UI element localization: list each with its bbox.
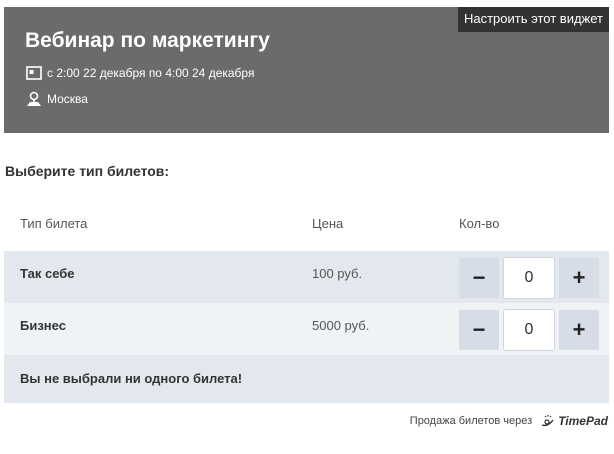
decrease-button[interactable]: −: [459, 258, 499, 298]
quantity-stepper: − +: [459, 309, 599, 351]
choose-ticket-label: Выберите тип билетов:: [5, 163, 170, 179]
ticket-name: Бизнес: [20, 318, 66, 333]
column-header-qty: Кол-во: [459, 216, 500, 231]
decrease-button[interactable]: −: [459, 310, 499, 350]
event-date-row: с 2:00 22 декабря по 4:00 24 декабря: [26, 65, 254, 81]
no-ticket-message: Вы не выбрали ни одного билета!: [20, 371, 243, 386]
timepad-brand: TimePad: [558, 414, 608, 428]
quantity-stepper: − +: [459, 257, 599, 299]
event-header: Настроить этот виджет Вебинар по маркети…: [4, 7, 609, 133]
ticket-price: 100 руб.: [312, 266, 363, 281]
column-header-price: Цена: [312, 216, 344, 231]
selection-summary: Вы не выбрали ни одного билета!: [4, 355, 609, 403]
event-title: Вебинар по маркетингу: [25, 29, 270, 52]
ticket-table-header: Тип билета Цена Кол-во: [4, 200, 609, 251]
ticket-table: Тип билета Цена Кол-во Так себе 100 руб.…: [4, 200, 609, 403]
powered-by-text: Продажа билетов через: [409, 415, 533, 427]
table-row: Так себе 100 руб. − +: [4, 251, 609, 303]
quantity-input[interactable]: [503, 309, 555, 351]
table-row: Бизнес 5000 руб. − +: [4, 303, 609, 355]
powered-by: Продажа билетов через TimePad: [410, 414, 608, 428]
location-pin-icon: [26, 91, 42, 107]
increase-button[interactable]: +: [559, 258, 599, 298]
increase-button[interactable]: +: [559, 310, 599, 350]
calendar-icon: [26, 65, 42, 81]
quantity-input[interactable]: [503, 257, 555, 299]
event-location: Москва: [47, 92, 88, 106]
timepad-logo[interactable]: TimePad: [540, 414, 608, 428]
ticket-price: 5000 руб.: [312, 318, 370, 333]
column-header-name: Тип билета: [20, 216, 88, 231]
event-date: с 2:00 22 декабря по 4:00 24 декабря: [47, 66, 255, 80]
event-location-row: Москва: [26, 91, 88, 107]
timepad-icon: [541, 415, 554, 427]
ticket-name: Так себе: [20, 266, 75, 281]
configure-widget-button[interactable]: Настроить этот виджет: [457, 7, 609, 32]
